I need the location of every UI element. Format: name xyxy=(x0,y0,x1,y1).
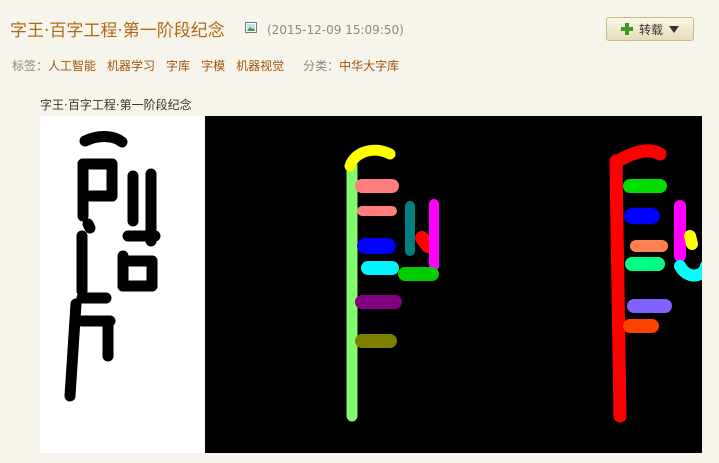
tag-link[interactable]: 字库 xyxy=(166,57,190,74)
post-timestamp: (2015-12-09 15:09:50) xyxy=(267,23,404,37)
image-icon xyxy=(245,22,257,33)
post-image xyxy=(40,116,702,453)
tag-link[interactable]: 机器视觉 xyxy=(236,57,284,74)
post-title[interactable]: 字王·百字工程·第一阶段纪念 xyxy=(10,16,225,41)
image-caption: 字王·百字工程·第一阶段纪念 xyxy=(40,98,192,112)
category-link[interactable]: 中华大字库 xyxy=(339,57,399,74)
tag-link[interactable]: 机器学习 xyxy=(107,57,155,74)
post-header: 字王·百字工程·第一阶段纪念 (2015-12-09 15:09:50) 转载 … xyxy=(0,0,719,90)
repost-button[interactable]: 转载 xyxy=(606,17,694,41)
repost-label: 转载 xyxy=(638,22,663,37)
glyph-stroke-figure xyxy=(64,131,702,423)
tag-link[interactable]: 字模 xyxy=(201,57,225,74)
tag-link[interactable]: 人工智能 xyxy=(48,57,96,74)
tags-line: 标签： 人工智能 机器学习 字库 字模 机器视觉 分类： 中华大字库 xyxy=(12,57,410,74)
caret-down-icon xyxy=(669,25,679,33)
plus-icon xyxy=(620,23,633,35)
category-label: 分类： xyxy=(303,59,340,73)
tags-label: 标签： xyxy=(12,59,49,73)
